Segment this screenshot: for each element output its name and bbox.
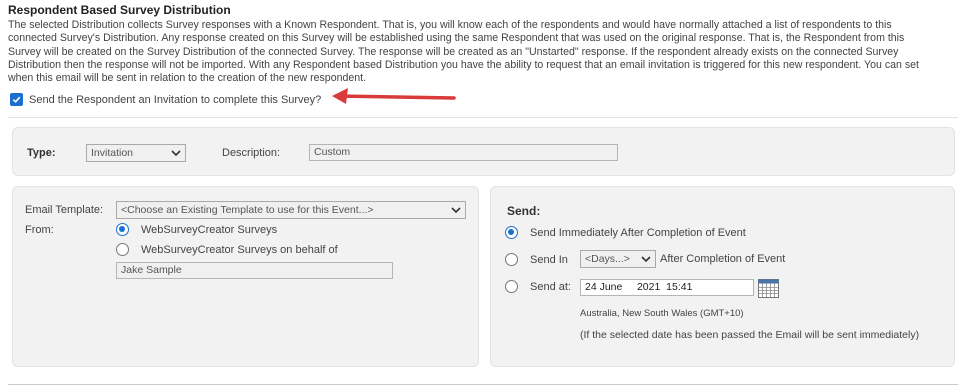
send-in-label: Send In <box>530 254 568 266</box>
email-template-value: <Choose an Existing Template to use for … <box>121 204 374 216</box>
after-completion-label: After Completion of Event <box>660 253 786 265</box>
type-select-value: Invitation <box>91 147 134 159</box>
send-invitation-row[interactable]: Send the Respondent an Invitation to com… <box>10 93 321 106</box>
send-invitation-checkbox[interactable] <box>10 93 23 106</box>
from-option2-radio[interactable] <box>116 243 129 256</box>
send-date-input[interactable]: 24 June 2021 15:41 <box>580 279 754 296</box>
divider <box>8 384 958 385</box>
email-template-select[interactable]: <Choose an Existing Template to use for … <box>116 201 466 219</box>
behalf-name-input[interactable]: Jake Sample <box>116 262 393 279</box>
send-title: Send: <box>507 204 541 218</box>
days-select[interactable]: <Days...> <box>580 250 656 268</box>
description-line: when this email will be sent in relation… <box>8 72 367 85</box>
type-panel: Type: Invitation Description: Custom <box>12 127 955 176</box>
from-option1-label: WebSurveyCreator Surveys <box>141 224 278 236</box>
send-at-label: Send at: <box>530 281 571 293</box>
chevron-down-icon <box>641 256 651 263</box>
description-line: The selected Distribution collects Surve… <box>8 19 892 31</box>
email-template-label: Email Template: <box>25 204 104 216</box>
type-select[interactable]: Invitation <box>86 144 186 162</box>
type-label: Type: <box>27 147 56 159</box>
days-select-value: <Days...> <box>585 253 630 265</box>
chevron-down-icon <box>451 207 461 214</box>
description-line: connected Survey's Distribution. Any res… <box>8 32 905 45</box>
chevron-down-icon <box>171 150 181 157</box>
description-line: Survey will be created on the Survey Dis… <box>8 45 899 58</box>
checkmark-icon <box>12 96 21 104</box>
send-panel: Send: Send Immediately After Completion … <box>490 186 955 367</box>
timezone-text: Australia, New South Wales (GMT+10) <box>580 308 744 319</box>
description-line: Distribution then the response will not … <box>8 58 919 71</box>
send-invitation-label: Send the Respondent an Invitation to com… <box>29 93 322 106</box>
from-option1-radio[interactable] <box>116 223 129 236</box>
email-panel: Email Template: <Choose an Existing Temp… <box>12 186 479 367</box>
send-in-radio[interactable] <box>505 253 518 266</box>
description-label: Description: <box>222 147 281 159</box>
from-option2-label: WebSurveyCreator Surveys on behalf of <box>141 244 338 256</box>
send-immediately-label: Send Immediately After Completion of Eve… <box>530 227 746 239</box>
date-note-text: (If the selected date has been passed th… <box>580 329 920 341</box>
from-label: From: <box>25 224 54 236</box>
send-immediately-radio[interactable] <box>505 226 518 239</box>
send-at-radio[interactable] <box>505 280 518 293</box>
section-description: The selected Distribution collects Surve… <box>8 19 956 85</box>
description-input[interactable]: Custom <box>309 144 618 161</box>
calendar-icon[interactable] <box>758 279 779 298</box>
section-title: Respondent Based Survey Distribution <box>8 3 231 17</box>
divider <box>8 117 958 118</box>
annotation-arrow-icon <box>332 88 456 104</box>
